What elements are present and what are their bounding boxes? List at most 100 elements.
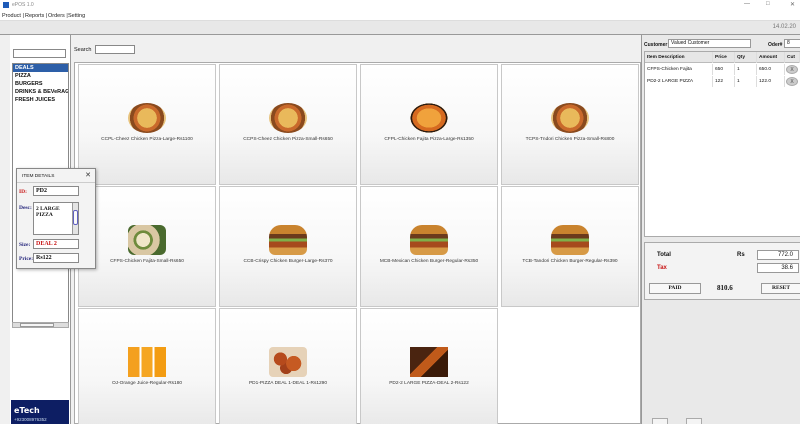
burger-image	[269, 225, 307, 255]
product-card[interactable]: TCB-Tandori Chicken Burger-Regular-Rs390	[501, 186, 639, 307]
item-details-dialog: ITEM DETAILS ✕ ID: PD2 Desc: 2 LARGE PIZ…	[16, 168, 96, 269]
juice-image	[128, 347, 166, 377]
price-cell: 650	[713, 64, 735, 75]
size-field[interactable]: DEAL 2	[33, 239, 79, 249]
tax-label: Tax	[657, 265, 667, 271]
product-label: PD2-2 LARGE PIZZA-DEAL 2-Rs122	[389, 381, 469, 386]
category-item-fresh-juices[interactable]: FRESH JUICES	[13, 96, 68, 104]
close-window-button[interactable]: ✕	[790, 1, 795, 8]
product-label: TCB-Tandori Chicken Burger-Regular-Rs390	[522, 259, 618, 264]
table-row[interactable]: PD2-2 LARGE PIZZA 122 1 122.0 X	[645, 76, 800, 87]
product-card[interactable]: MCB-Mexican Chicken Burger-Regular-Rs350	[360, 186, 498, 307]
column-header: Amount	[757, 52, 785, 63]
total-label: Total	[657, 252, 671, 258]
category-item-burgers[interactable]: BURGERS	[13, 80, 68, 88]
product-card[interactable]: CCPS-Cheez Chicken Pizza-Small-Rs650	[219, 64, 357, 185]
pizza-image	[410, 103, 448, 133]
totals-panel: Total Rs 772.0 Tax 38.6 PAID 810.6 RESET	[644, 242, 800, 300]
logo-phone: +923008976352	[14, 417, 47, 422]
product-card[interactable]: PD2-2 LARGE PIZZA-DEAL 2-Rs122	[360, 308, 498, 424]
desc-label: Desc:	[19, 205, 32, 211]
order-number-field[interactable]: 8	[784, 39, 800, 48]
product-card[interactable]: PD1-PIZZA DEAL 1-DEAL 1-Rs1290	[219, 308, 357, 424]
cut-item-button[interactable]: X	[786, 77, 798, 86]
current-date: 14.02.20	[772, 24, 796, 30]
price-cell: 122	[713, 76, 735, 87]
table-row[interactable]: CFPS-Chicken Fajita 650 1 650.0 X	[645, 64, 800, 75]
app-icon	[3, 2, 9, 8]
category-horizontal-scrollbar[interactable]	[12, 322, 69, 328]
dialog-divider	[17, 182, 95, 183]
price-label: Price:	[19, 256, 34, 262]
order-number-label: Oder#	[768, 42, 783, 48]
product-label: CFPS-Chicken Fajita-Small-Rs650	[110, 259, 184, 264]
order-panel: Customer Valued Customer Oder# 8 Item De…	[641, 35, 800, 424]
product-label: CCPL-Cheez Chicken Pizza-Large-Rs1100	[101, 137, 193, 142]
desc-scrollbar[interactable]	[72, 203, 78, 234]
menu-bar: Product | Reports | Orders | Setting	[0, 11, 800, 21]
dialog-title: ITEM DETAILS	[22, 174, 55, 179]
amount-cell: 650.0	[757, 64, 785, 75]
product-label: CFPL-Chicken Fajita Pizza-Large-Rs1350	[384, 137, 474, 142]
category-search-input[interactable]	[13, 49, 66, 58]
item-desc-cell: PD2-2 LARGE PIZZA	[645, 76, 713, 87]
title-bar: ePOS 1.0 — □ ✕	[0, 0, 800, 11]
window-title: ePOS 1.0	[12, 2, 34, 8]
menu-reports[interactable]: Reports |	[25, 13, 47, 19]
customer-field[interactable]: Valued Customer	[668, 39, 751, 48]
menu-setting[interactable]: Setting	[68, 13, 85, 19]
price-field[interactable]: Rs122	[33, 253, 79, 263]
product-label: TCPS-Tndori Chicken Pizza-Small-Rs800	[525, 137, 615, 142]
column-header: Cut	[785, 52, 800, 63]
pizza-image	[551, 103, 589, 133]
order-table: Item Description Price Qty Amount Cut CF…	[644, 51, 800, 237]
id-field[interactable]: PD2	[33, 186, 79, 196]
product-panel: Search CCPL-Cheez Chicken Pizza-Large-Rs…	[70, 35, 641, 424]
menu-product[interactable]: Product |	[2, 13, 24, 19]
paid-button[interactable]: PAID	[649, 283, 701, 294]
product-card[interactable]: OJ-Orange Juice-Regular-Rs180	[78, 308, 216, 424]
total-value: 772.0	[757, 250, 799, 260]
product-search-label: Search	[74, 47, 92, 53]
product-label: CCPS-Cheez Chicken Pizza-Small-Rs650	[243, 137, 333, 142]
extra-button[interactable]	[686, 418, 702, 424]
category-item-pizza[interactable]: PIZZA	[13, 72, 68, 80]
category-item-drinks[interactable]: DRINKS & BEVeRAGES	[13, 88, 68, 96]
product-card[interactable]: TCPS-Tndori Chicken Pizza-Small-Rs800	[501, 64, 639, 185]
product-label: CCB-Crispy Chicken Burger-Large-Rs370	[243, 259, 333, 264]
burger-image	[410, 225, 448, 255]
product-label: PD1-PIZZA DEAL 1-DEAL 1-Rs1290	[248, 381, 328, 386]
currency-label: Rs	[737, 252, 745, 258]
column-header: Qty	[735, 52, 757, 63]
product-search-input[interactable]	[95, 45, 135, 54]
close-icon[interactable]: ✕	[85, 171, 91, 179]
customer-label: Customer	[644, 42, 668, 48]
qty-cell[interactable]: 1	[735, 64, 757, 75]
product-label: MCB-Mexican Chicken Burger-Regular-Rs350	[379, 259, 479, 264]
product-grid: CCPL-Cheez Chicken Pizza-Large-Rs1100 CC…	[74, 62, 641, 424]
amount-cell: 122.0	[757, 76, 785, 87]
qty-cell[interactable]: 1	[735, 76, 757, 87]
desc-text: 2 LARGE PIZZA	[36, 206, 60, 218]
category-item-deals[interactable]: DEALS	[13, 64, 68, 72]
column-header: Price	[713, 52, 735, 63]
burger-image	[551, 225, 589, 255]
scrollbar-thumb[interactable]	[20, 323, 54, 327]
maximize-button[interactable]: □	[766, 1, 770, 7]
date-bar: 14.02.20	[0, 21, 800, 35]
scrollbar-thumb[interactable]	[73, 210, 78, 225]
product-card[interactable]: CCB-Crispy Chicken Burger-Large-Rs370	[219, 186, 357, 307]
grand-total: 810.6	[717, 284, 733, 292]
pizza-image	[128, 103, 166, 133]
product-card[interactable]: CFPS-Chicken Fajita-Small-Rs650	[78, 186, 216, 307]
product-card[interactable]: CCPL-Cheez Chicken Pizza-Large-Rs1100	[78, 64, 216, 185]
desc-field[interactable]: 2 LARGE PIZZA	[33, 202, 79, 235]
extra-button[interactable]	[652, 418, 668, 424]
cut-item-button[interactable]: X	[786, 65, 798, 74]
column-header: Item Description	[645, 52, 713, 63]
minimize-button[interactable]: —	[744, 1, 750, 7]
reset-button[interactable]: RESET	[761, 283, 800, 294]
menu-orders[interactable]: Orders |	[48, 13, 68, 19]
deal-image	[410, 347, 448, 377]
product-card[interactable]: CFPL-Chicken Fajita Pizza-Large-Rs1350	[360, 64, 498, 185]
